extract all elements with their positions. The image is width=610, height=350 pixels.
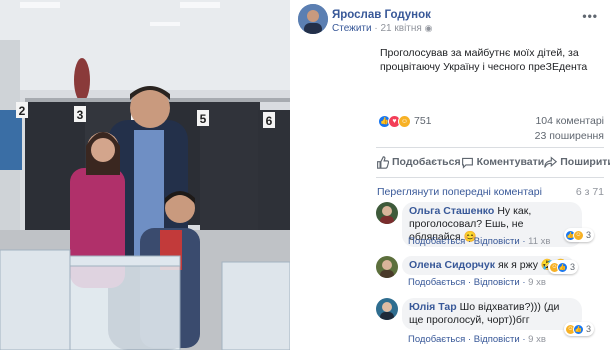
like-button[interactable]: Подобається <box>376 152 461 172</box>
commenter-name[interactable]: Ольга Сташенко <box>409 205 494 217</box>
comment-reply-link[interactable]: Відповісти <box>474 236 520 247</box>
share-label: Поширити <box>560 156 610 168</box>
comment-reply-link[interactable]: Відповісти <box>474 277 520 288</box>
comment-label: Коментувати <box>476 156 545 168</box>
comment-reaction-count: 3 <box>586 324 592 334</box>
comment-reaction-count: 3 <box>570 262 576 272</box>
booth-number-5: 5 <box>200 112 207 126</box>
comment-actions: Подобається · Відповісти · 9 хв <box>408 334 546 345</box>
more-options-icon[interactable]: ••• <box>582 9 598 23</box>
booth-number-6: 6 <box>266 114 273 128</box>
reactions-summary[interactable]: 👍 ♥ ☺ 751 <box>378 114 432 128</box>
like-label: Подобається <box>392 156 461 168</box>
comment-item: Юлія Тар Шо відхватив?))) (ди ще проголос… <box>376 298 604 346</box>
author-avatar[interactable] <box>298 4 328 34</box>
comment-time[interactable]: 9 хв <box>528 334 546 345</box>
share-button[interactable]: Поширити <box>544 152 610 172</box>
like-reaction-icon: 👍 <box>573 323 584 335</box>
like-reaction-icon: 👍 <box>557 261 568 273</box>
comments-shown-count: 6 з 71 <box>575 186 604 198</box>
voting-photo: 2 3 4 5 6 <box>0 0 290 350</box>
comment-reply-link[interactable]: Відповісти <box>474 334 520 345</box>
comment-reaction-count: 3 <box>586 230 592 240</box>
divider-top <box>376 147 604 148</box>
booth-number-2: 2 <box>19 104 26 118</box>
post-header: Ярослав Годунок Стежити · 21 квітня ◉ ••… <box>298 4 604 38</box>
author-name[interactable]: Ярослав Годунок <box>332 9 431 21</box>
post-meta: Стежити · 21 квітня ◉ <box>332 23 432 34</box>
comment-time[interactable]: 9 хв <box>528 277 546 288</box>
post-text: Проголосував за майбутнє моїх дітей, за … <box>380 47 588 73</box>
booth-number-3: 3 <box>77 108 84 122</box>
comment-bubble: Юлія Тар Шо відхватив?))) (ди ще проголос… <box>402 298 582 330</box>
view-previous-comments-link[interactable]: Переглянути попередні коментарі <box>377 186 542 198</box>
comment-reactions[interactable]: 👍 ☺ 3 <box>564 228 595 242</box>
comment-like-link[interactable]: Подобається <box>408 334 465 345</box>
comment-item: Ольга Сташенко Ну как, проголосовал? Ешь,… <box>376 202 604 248</box>
comment-time[interactable]: 11 хв <box>528 236 550 247</box>
commenter-avatar[interactable] <box>376 256 398 278</box>
comment-item: Олена Сидорчук як я ржу 🤣🤣 Подобається · … <box>376 256 604 292</box>
divider-bottom <box>376 177 604 178</box>
follow-link[interactable]: Стежити <box>332 23 372 34</box>
globe-icon: ◉ <box>424 23 433 33</box>
comment-like-link[interactable]: Подобається <box>408 236 465 247</box>
post-photo[interactable]: 2 3 4 5 6 <box>0 0 290 350</box>
comment-icon <box>461 157 473 169</box>
comments-count[interactable]: 104 коментарі <box>535 115 604 127</box>
comment-actions: Подобається · Відповісти · 11 хв <box>408 236 551 247</box>
post-actions: Подобається Коментувати Поширити <box>376 152 610 172</box>
thumbs-up-icon <box>377 155 389 169</box>
commenter-name[interactable]: Олена Сидорчук <box>409 259 495 271</box>
haha-reaction-icon: ☺ <box>573 229 584 241</box>
comment-actions: Подобається · Відповісти · 9 хв <box>408 277 546 288</box>
comment-like-link[interactable]: Подобається <box>408 277 465 288</box>
commenter-avatar[interactable] <box>376 202 398 224</box>
comment-reactions[interactable]: ☺ 👍 3 <box>548 260 579 274</box>
post-panel: Ярослав Годунок Стежити · 21 квітня ◉ ••… <box>290 0 610 350</box>
post-date[interactable]: 21 квітня <box>380 23 421 34</box>
shares-count[interactable]: 23 поширення <box>535 130 604 142</box>
comment-button[interactable]: Коментувати <box>461 152 545 172</box>
comment-reactions[interactable]: ☺ 👍 3 <box>564 322 595 336</box>
share-icon <box>544 155 558 168</box>
commenter-avatar[interactable] <box>376 298 398 320</box>
haha-reaction-icon: ☺ <box>398 114 411 128</box>
commenter-name[interactable]: Юлія Тар <box>409 301 457 313</box>
reactions-count: 751 <box>414 115 432 127</box>
